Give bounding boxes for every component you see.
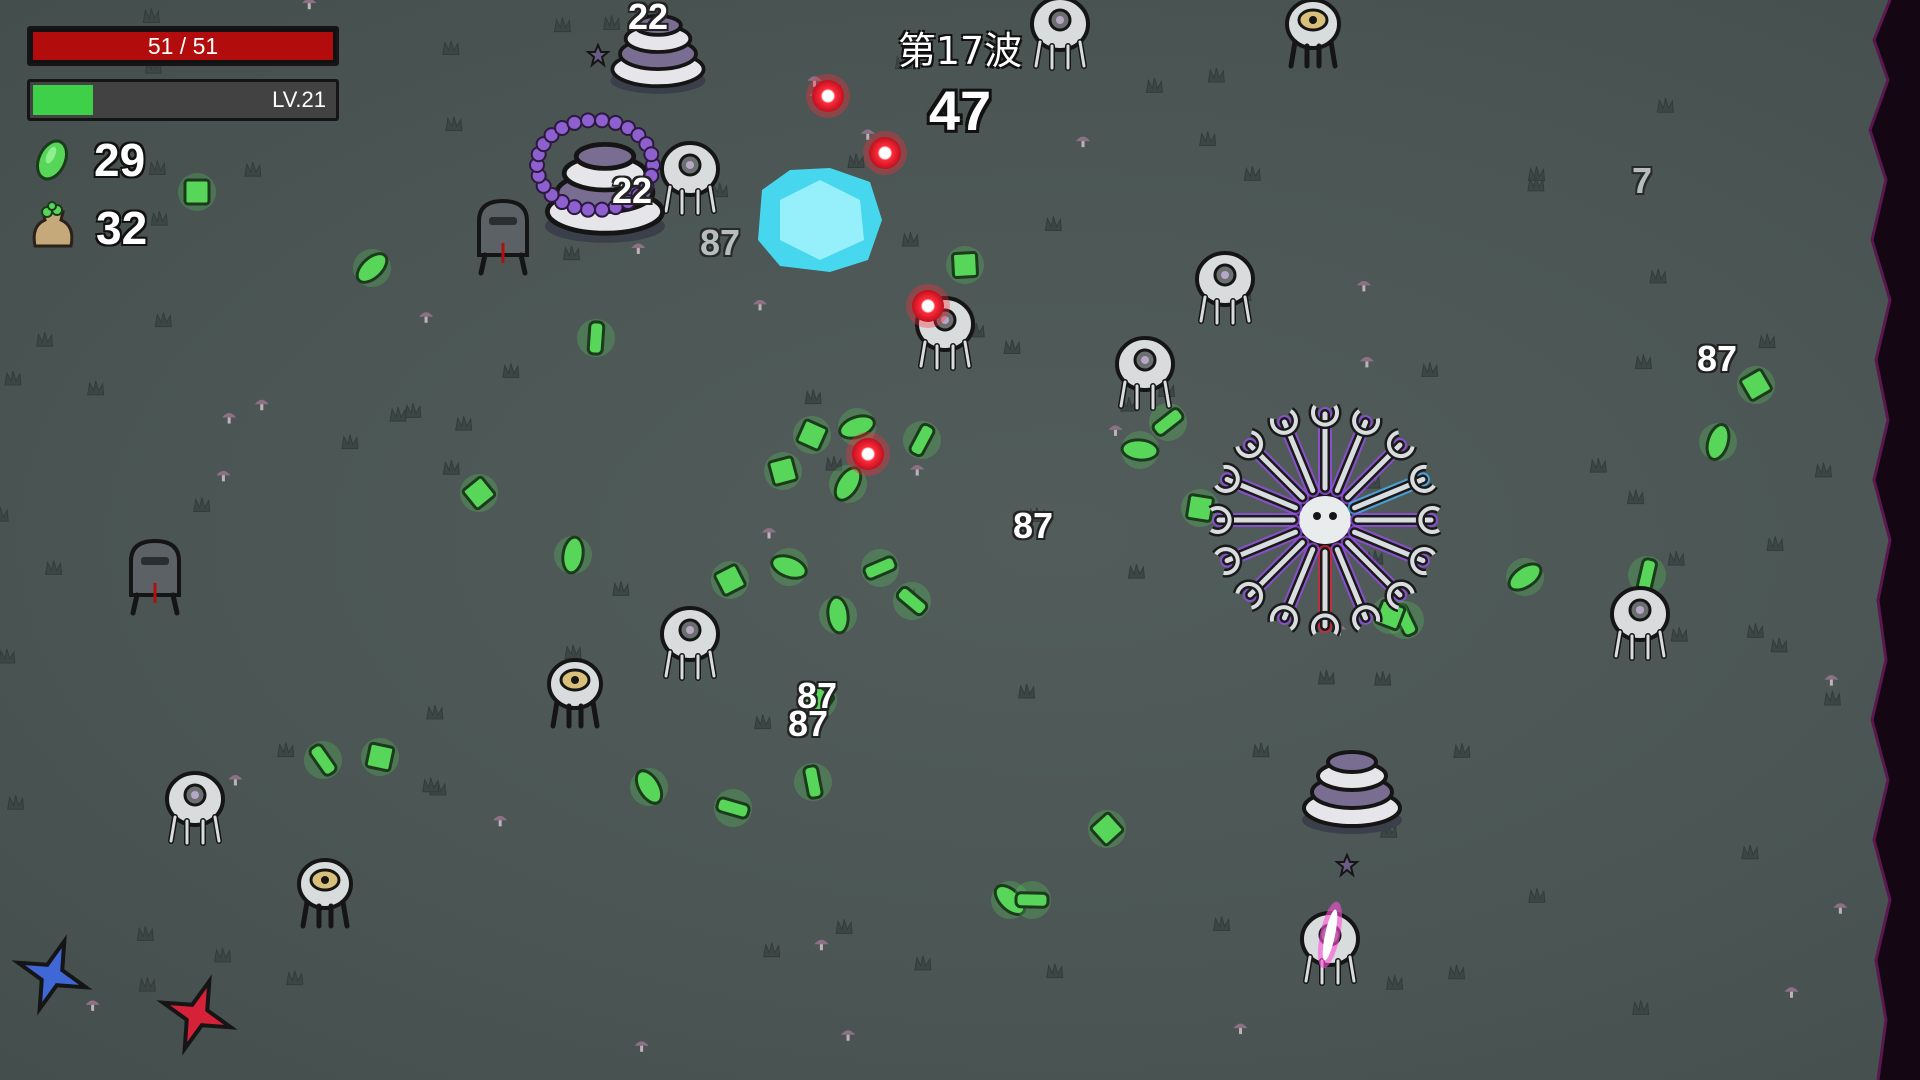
damage-number: 7 — [1632, 160, 1653, 201]
damage-number: 87 — [788, 703, 829, 744]
damage-number: 22 — [628, 0, 669, 37]
star-projectile — [585, 42, 611, 68]
damage-number: 87 — [1013, 505, 1054, 546]
materials-counter: 29 — [30, 134, 145, 186]
experience-bar: LV.21 — [27, 79, 339, 121]
enemy-bullet — [846, 432, 890, 476]
bag-count: 32 — [96, 202, 148, 254]
experience-fill — [33, 85, 93, 115]
level-text: LV.21 — [272, 87, 326, 112]
enemy-bullet — [806, 74, 850, 118]
bag-counter: 32 — [30, 201, 148, 254]
damage-number: 87 — [1697, 338, 1738, 379]
damage-number: 87 — [700, 222, 741, 263]
wrench-weapon — [1313, 545, 1337, 634]
enemy-bullet — [906, 284, 950, 328]
green-material-icon — [35, 139, 69, 181]
wave-label: 第17波 — [897, 29, 1023, 73]
cyan-energy-burst — [758, 168, 882, 272]
health-bar: 51 / 51 — [27, 26, 339, 66]
wave-timer: 47 — [928, 79, 992, 142]
health-text: 51 / 51 — [147, 33, 219, 59]
materials-count: 29 — [94, 134, 146, 186]
pink-energy-bolt — [1317, 901, 1343, 969]
damage-number: 22 — [612, 170, 653, 211]
wrench-weapon — [1313, 406, 1337, 495]
star-projectile — [1334, 852, 1360, 878]
material-bag-icon — [32, 201, 74, 248]
blue-shuriken — [11, 934, 93, 1016]
wrench-weapon — [1211, 508, 1300, 532]
wrench-weapon — [1350, 508, 1439, 532]
red-shuriken — [156, 974, 238, 1056]
game-arena: 22 22 87 7 87 87 87 87 第17波 47 51 / 51 LV.21 29… — [0, 0, 1920, 1080]
